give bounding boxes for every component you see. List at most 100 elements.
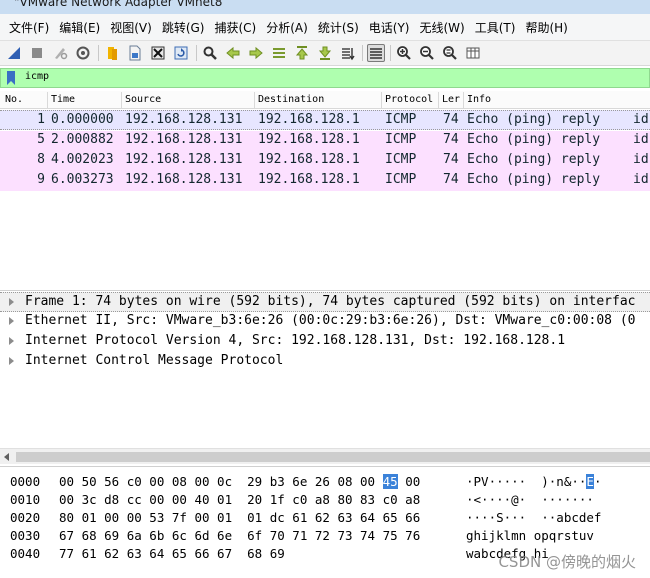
menu-telephony[interactable]: 电话(Y) — [364, 19, 415, 36]
toolbar-separator — [98, 45, 99, 61]
zoom-out-icon[interactable] — [418, 44, 436, 62]
detail-row-frame[interactable]: Frame 1: 74 bytes on wire (592 bits), 74… — [0, 292, 650, 312]
column-header-time[interactable]: Time — [51, 94, 119, 105]
packet-length: 74 — [443, 112, 459, 127]
reload-icon[interactable] — [172, 44, 190, 62]
packet-info: Echo (ping) reply — [467, 112, 601, 127]
find-icon[interactable] — [201, 44, 219, 62]
stop-icon[interactable] — [28, 44, 46, 62]
packet-row[interactable]: 5 2.000882 192.168.128.131 192.168.128.1… — [0, 131, 650, 151]
packet-row[interactable]: 9 6.003273 192.168.128.131 192.168.128.1… — [0, 171, 650, 191]
column-divider[interactable] — [254, 92, 255, 108]
bytes-ascii[interactable]: ····S··· ··abcdef — [466, 510, 601, 525]
menu-file[interactable]: 文件(F) — [4, 19, 54, 36]
packet-info: Echo (ping) reply — [467, 172, 601, 187]
close-file-icon[interactable] — [149, 44, 167, 62]
colorize-icon[interactable] — [367, 44, 385, 62]
scroll-left-arrow-icon[interactable] — [4, 453, 9, 461]
packet-length: 74 — [443, 132, 459, 147]
toolbar-separator — [390, 45, 391, 61]
packet-row[interactable]: 8 4.002023 192.168.128.131 192.168.128.1… — [0, 151, 650, 171]
menu-statistics[interactable]: 统计(S) — [313, 19, 364, 36]
column-header-protocol[interactable]: Protocol — [385, 94, 437, 105]
bytes-offset: 0000 — [10, 474, 41, 489]
detail-text: Frame 1: 74 bytes on wire (592 bits), 74… — [25, 294, 636, 309]
bytes-ascii[interactable]: ghijklmn opqrstuv — [466, 528, 594, 543]
restart-icon[interactable] — [51, 44, 69, 62]
packet-length: 74 — [443, 152, 459, 167]
menu-view[interactable]: 视图(V) — [105, 19, 157, 36]
column-divider[interactable] — [438, 92, 439, 108]
window-title: "VMware Network Adapter VMnet8 — [14, 0, 223, 9]
packet-source: 192.168.128.131 — [125, 152, 243, 167]
packet-destination: 192.168.128.1 — [258, 112, 360, 127]
detail-text: Internet Protocol Version 4, Src: 192.16… — [25, 333, 566, 348]
bytes-hex[interactable]: 00 50 56 c0 00 08 00 0c 29 b3 6e 26 08 0… — [59, 474, 420, 489]
detail-row-icmp[interactable]: Internet Control Message Protocol — [0, 352, 650, 372]
zoom-in-icon[interactable] — [395, 44, 413, 62]
packet-info-extra: id — [633, 112, 649, 127]
packet-row-selected[interactable]: 1 0.000000 192.168.128.131 192.168.128.1… — [0, 110, 650, 130]
menu-edit[interactable]: 编辑(E) — [54, 19, 105, 36]
csdn-watermark: CSDN @傍晚的烟火 — [498, 553, 636, 571]
column-header-length[interactable]: Ler — [442, 94, 462, 105]
expand-arrow-icon[interactable] — [9, 317, 14, 325]
resize-columns-icon[interactable] — [464, 44, 482, 62]
normal-size-icon[interactable] — [441, 44, 459, 62]
last-packet-icon[interactable] — [316, 44, 334, 62]
menu-capture[interactable]: 捕获(C) — [209, 19, 261, 36]
column-divider[interactable] — [47, 92, 48, 108]
bytes-hex[interactable]: 67 68 69 6a 6b 6c 6d 6e 6f 70 71 72 73 7… — [59, 528, 420, 543]
column-header-destination[interactable]: Destination — [258, 94, 380, 105]
menu-wireless[interactable]: 无线(W) — [415, 19, 470, 36]
bytes-ascii[interactable]: ·<····@· ······· — [466, 492, 594, 507]
details-horizontal-scrollbar[interactable] — [0, 448, 650, 464]
bytes-offset: 0010 — [10, 492, 41, 507]
main-toolbar — [0, 41, 650, 66]
scrollbar-thumb[interactable] — [16, 452, 650, 462]
menu-analyze[interactable]: 分析(A) — [261, 19, 313, 36]
column-header-no[interactable]: No. — [5, 94, 45, 105]
column-header-info[interactable]: Info — [467, 94, 647, 105]
display-filter-bar[interactable]: icmp — [0, 68, 650, 88]
packet-info-extra: id — [633, 172, 649, 187]
shark-fin-start-icon[interactable] — [5, 44, 23, 62]
column-header-source[interactable]: Source — [125, 94, 253, 105]
forward-arrow-icon[interactable] — [247, 44, 265, 62]
column-divider[interactable] — [463, 92, 464, 108]
bytes-ascii-selected[interactable]: E — [586, 474, 594, 489]
menu-help[interactable]: 帮助(H) — [520, 19, 572, 36]
autoscroll-icon[interactable] — [339, 44, 357, 62]
bytes-hex[interactable]: 77 61 62 63 64 65 66 67 68 69 — [59, 546, 285, 561]
menu-go[interactable]: 跳转(G) — [157, 19, 210, 36]
detail-row-ipv4[interactable]: Internet Protocol Version 4, Src: 192.16… — [0, 332, 650, 352]
expand-arrow-icon[interactable] — [9, 298, 14, 306]
packet-destination: 192.168.128.1 — [258, 132, 360, 147]
display-filter-input[interactable]: icmp — [25, 71, 49, 82]
bytes-line: 0030 67 68 69 6a 6b 6c 6d 6e 6f 70 71 72… — [0, 527, 650, 545]
toolbar-separator — [196, 45, 197, 61]
first-packet-icon[interactable] — [293, 44, 311, 62]
back-arrow-icon[interactable] — [224, 44, 242, 62]
expand-arrow-icon[interactable] — [9, 357, 14, 365]
packet-source: 192.168.128.131 — [125, 132, 243, 147]
menu-tools[interactable]: 工具(T) — [470, 19, 521, 36]
bytes-hex[interactable]: 80 01 00 00 53 7f 00 01 01 dc 61 62 63 6… — [59, 510, 420, 525]
expand-arrow-icon[interactable] — [9, 337, 14, 345]
column-divider[interactable] — [121, 92, 122, 108]
bookmark-icon[interactable] — [6, 71, 16, 85]
bytes-line: 0000 00 50 56 c0 00 08 00 0c 29 b3 6e 26… — [0, 473, 650, 491]
open-file-icon[interactable] — [103, 44, 121, 62]
detail-row-ethernet[interactable]: Ethernet II, Src: VMware_b3:6e:26 (00:0c… — [0, 312, 650, 332]
packet-source: 192.168.128.131 — [125, 112, 243, 127]
bytes-hex[interactable]: 00 3c d8 cc 00 00 40 01 20 1f c0 a8 80 8… — [59, 492, 420, 507]
bytes-offset: 0020 — [10, 510, 41, 525]
column-divider[interactable] — [381, 92, 382, 108]
goto-packet-icon[interactable] — [270, 44, 288, 62]
options-gear-icon[interactable] — [74, 44, 92, 62]
bytes-hex-selected[interactable]: 45 — [382, 474, 398, 489]
packet-no: 8 — [37, 152, 45, 167]
save-file-icon[interactable] — [126, 44, 144, 62]
bytes-offset: 0030 — [10, 528, 41, 543]
bytes-ascii[interactable]: ·PV····· )·n&··E· — [466, 474, 601, 489]
